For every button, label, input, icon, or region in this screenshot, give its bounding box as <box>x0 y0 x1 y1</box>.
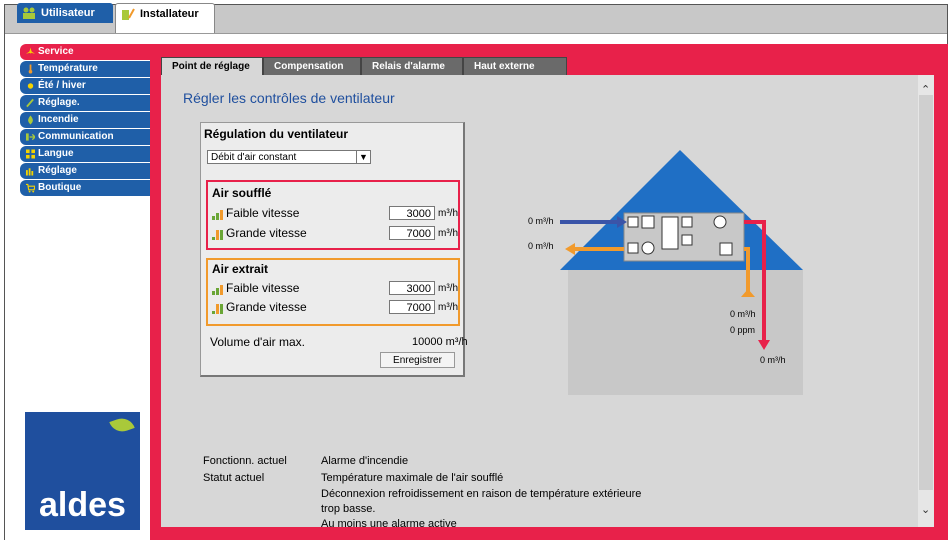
sidebar-item-ete-hiver[interactable]: Été / hiver <box>20 78 151 94</box>
max-air-volume-value: 10000 m³/h <box>412 336 468 348</box>
tab-label: Relais d'alarme <box>372 61 445 72</box>
sidebar-item-langue[interactable]: Langue <box>20 146 151 162</box>
unit-label: m³/h <box>438 302 458 313</box>
sidebar-item-reglage-dot[interactable]: Réglage. <box>20 95 151 111</box>
damper-icon <box>681 216 693 228</box>
supply-high-label: Grande vitesse <box>226 226 307 240</box>
room-supply-flow: 0 m³/h <box>760 355 786 365</box>
flame-icon <box>28 115 33 125</box>
filter-icon <box>627 242 639 254</box>
sidebar: Service Température Été / hiver Réglage.… <box>20 44 151 197</box>
communication-icon <box>26 133 35 141</box>
tab-installateur-label: Installateur <box>140 8 199 20</box>
operation-label: Fonctionn. actuel <box>203 455 287 467</box>
exhaust-air-flow: 0 m³/h <box>528 241 554 251</box>
sidebar-item-label: Boutique <box>38 182 82 193</box>
sidebar-item-reglage[interactable]: Réglage <box>20 163 151 179</box>
leaf-icon <box>109 414 135 436</box>
high-speed-icon <box>212 230 224 240</box>
supply-high-input[interactable]: 7000 <box>389 226 435 240</box>
fan-icon <box>713 215 727 229</box>
ventilation-diagram: 0 m³/h 0 m³/h 0 m³/h 0 ppm 0 m³/h <box>520 145 810 395</box>
room-ppm: 0 ppm <box>730 325 756 335</box>
filter-icon <box>641 215 655 229</box>
heat-exchanger-icon <box>661 216 679 250</box>
low-speed-icon <box>212 210 224 220</box>
sidebar-item-label: Réglage. <box>38 97 80 108</box>
status-line: Au moins une alarme active <box>321 518 457 527</box>
users-icon <box>23 7 35 19</box>
fan-icon <box>26 47 35 54</box>
sidebar-item-label: Température <box>38 63 98 74</box>
sidebar-item-communication[interactable]: Communication <box>20 129 151 145</box>
sidebar-item-label: Langue <box>38 148 74 159</box>
scroll-down-icon[interactable]: ⌄ <box>921 503 930 516</box>
extract-high-input[interactable]: 7000 <box>389 300 435 314</box>
sidebar-item-incendie[interactable]: Incendie <box>20 112 151 128</box>
cart-icon <box>26 183 35 193</box>
regulation-mode-select[interactable]: Débit d'air constant ▼ <box>207 150 371 164</box>
sidebar-item-temperature[interactable]: Température <box>20 61 151 77</box>
extract-high-label: Grande vitesse <box>226 300 307 314</box>
tab-utilisateur[interactable]: Utilisateur <box>17 3 113 23</box>
regulation-title: Régulation du ventilateur <box>204 127 349 141</box>
room-extract-flow: 0 m³/h <box>730 309 756 319</box>
damper-icon <box>681 234 693 246</box>
supply-low-input[interactable]: 3000 <box>389 206 435 220</box>
tab-label: Point de réglage <box>172 61 250 72</box>
sidebar-item-label: Service <box>38 46 74 57</box>
max-air-volume-label: Volume d'air max. <box>210 335 305 349</box>
tab-utilisateur-label: Utilisateur <box>41 7 95 19</box>
thermometer-icon <box>28 64 33 74</box>
unit-label: m³/h <box>438 283 458 294</box>
sidebar-item-label: Communication <box>38 131 114 142</box>
unit-label: m³/h <box>438 228 458 239</box>
unit-label: m³/h <box>438 208 458 219</box>
status-label: Statut actuel <box>203 472 265 484</box>
operation-value: Alarme d'incendie <box>321 455 409 467</box>
status-line: Déconnexion refroidissement en raison de… <box>321 488 642 500</box>
tools-icon <box>122 8 135 20</box>
status-line: Température maximale de l'air soufflé <box>321 472 504 484</box>
high-speed-icon <box>212 304 224 314</box>
sidebar-item-label: Réglage <box>38 165 77 176</box>
vertical-scrollbar[interactable]: ⌃ ⌄ <box>918 75 934 527</box>
scroll-thumb[interactable] <box>919 95 933 490</box>
logo-text: aldes <box>39 486 126 524</box>
save-button[interactable]: Enregistrer <box>380 352 455 368</box>
tab-point-de-reglage[interactable]: Point de réglage <box>161 57 263 77</box>
status-line: trop basse. <box>321 503 376 515</box>
settings-bars-icon <box>26 168 34 176</box>
regulation-mode-value: Débit d'air constant <box>211 152 297 163</box>
fan-icon <box>641 241 655 255</box>
tab-installateur[interactable]: Installateur <box>115 3 215 33</box>
low-speed-icon <box>212 285 224 295</box>
tab-label: Compensation <box>274 61 344 72</box>
filter-icon <box>627 216 639 228</box>
language-icon <box>26 149 35 159</box>
extract-air-title: Air extrait <box>212 262 269 276</box>
exhaust-air-arrow <box>565 243 575 255</box>
aldes-logo: aldes <box>25 412 140 530</box>
tab-relais-alarme[interactable]: Relais d'alarme <box>361 57 463 75</box>
fresh-air-flow: 0 m³/h <box>528 216 554 226</box>
extract-low-label: Faible vitesse <box>226 281 300 295</box>
extract-low-input[interactable]: 3000 <box>389 281 435 295</box>
filter-icon <box>719 242 733 256</box>
tab-compensation[interactable]: Compensation <box>263 57 361 75</box>
tab-label: Haut externe <box>474 61 535 72</box>
sidebar-item-label: Incendie <box>38 114 79 125</box>
wrench-icon <box>26 98 34 108</box>
chevron-down-icon[interactable]: ▼ <box>356 151 370 163</box>
sidebar-item-label: Été / hiver <box>38 80 86 91</box>
building-body <box>568 270 803 395</box>
sun-icon <box>27 83 34 89</box>
page-title: Régler les contrôles de ventilateur <box>183 90 395 106</box>
sidebar-item-boutique[interactable]: Boutique <box>20 180 151 196</box>
supply-low-label: Faible vitesse <box>226 206 300 220</box>
tab-haut-externe[interactable]: Haut externe <box>463 57 567 75</box>
sidebar-item-service[interactable]: Service <box>20 44 151 60</box>
supply-air-title: Air soufflé <box>212 186 272 200</box>
